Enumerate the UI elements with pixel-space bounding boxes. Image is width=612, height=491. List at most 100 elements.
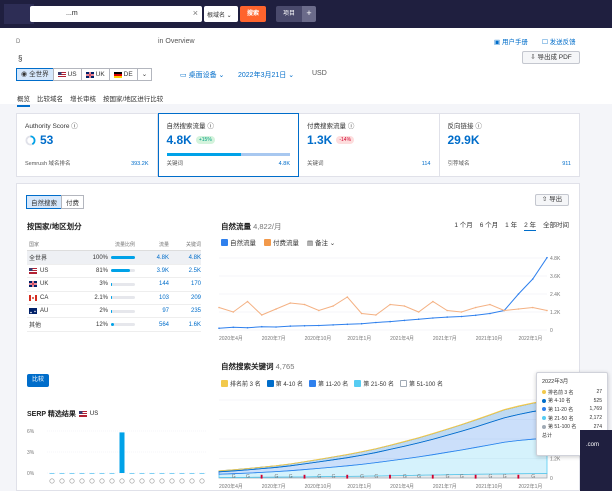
chat-icon: ☐ [542,39,548,46]
search-input[interactable]: ...m × [30,6,202,22]
range-2y[interactable]: 2 年 [524,219,536,231]
traffic-value[interactable]: 564 [135,322,169,328]
dark-corner: .com [580,430,612,491]
date-select[interactable]: 2022年3月21日 ⌄ [238,70,294,80]
legend-21-50[interactable]: 第 21-50 名 [354,379,394,388]
range-all[interactable]: 全部时间 [543,219,569,231]
keywords-value[interactable]: 4.8K [169,255,201,261]
db-uk[interactable]: UK [80,68,110,81]
add-project-button[interactable]: + [302,6,316,22]
traffic-value[interactable]: 4.8K [135,255,169,261]
tooltip-row: 第 21-50 名 2,172 [542,414,602,423]
us-flag-icon [78,411,87,417]
upload-icon: ⇧ [541,196,548,203]
tab-compare-domains[interactable]: 比较域名 [37,93,63,107]
chevron-down-icon: ⌄ [141,71,148,78]
legend-paid[interactable]: 付费流量 [264,237,299,247]
event-marker: ▮ [303,474,306,480]
user-manual-link[interactable]: ▣ 用户手册 [494,36,528,46]
share-bar [111,269,135,273]
db-worldwide[interactable]: ◉ 全世界 [16,68,54,81]
device-select[interactable]: ▭ 桌面设备 ⌄ [180,70,224,80]
tab-overview[interactable]: 概览 [17,93,30,107]
data-point [332,324,334,326]
legend-4-10[interactable]: 第 4-10 名 [266,379,303,388]
keywords-value[interactable]: 170 [169,281,201,287]
serp-feature-icon [69,478,75,484]
de-flag-icon [113,71,122,78]
domain-type-select[interactable]: 根域名 ⌄ [204,6,238,22]
kpi-sub-value[interactable]: 911 [562,161,571,167]
notes-dropdown[interactable]: ▤ 备注 ⌄ [307,237,335,247]
country-name: US [40,267,49,274]
project-button[interactable]: 项目 [276,6,302,22]
table-row[interactable]: US 81% 3.9K 2.5K [27,265,201,279]
table-row[interactable]: 其他 12% 564 1.6K [27,318,201,332]
table-row[interactable]: 全世界 100% 4.8K 4.8K [27,251,201,265]
kpi-sub-value[interactable]: 4.8K [279,161,290,167]
toggle-paid[interactable]: 付费 [61,195,84,209]
db-de[interactable]: DE [108,68,138,81]
db-more-button[interactable]: ⌄ [136,68,153,81]
db-us[interactable]: US [52,68,82,81]
keywords-value[interactable]: 235 [169,308,201,314]
export-pdf-button[interactable]: ⇩ 导出成 PDF [522,51,580,64]
kpi-sub-label: Semrush 域名排名 [25,161,71,167]
kpi-organic-traffic[interactable]: 自然搜索流量 ⓘ 4.8K +15% 关键词 4.8K [157,113,299,177]
search-button[interactable]: 搜索 [240,6,266,22]
clear-icon[interactable]: × [193,8,198,18]
data-point [389,303,391,306]
compare-button[interactable]: 比较 [27,374,49,387]
checkbox-icon [309,380,317,387]
traffic-value[interactable]: 144 [135,281,169,287]
tooltip-row: 第 4-10 名 525 [542,397,602,406]
kpi-backlinks[interactable]: 反向链接 ⓘ 29.9K 引荐域名 911 [440,114,580,176]
toggle-organic[interactable]: 自然搜索 [26,195,62,209]
event-marker: G [531,474,535,480]
table-row[interactable]: AU 2% 97 235 [27,305,201,319]
bar [179,473,185,474]
table-row[interactable]: UK 3% 144 170 [27,278,201,292]
keywords-value[interactable]: 2.5K [169,268,201,274]
range-1m[interactable]: 1 个月 [454,219,472,231]
series-dot [542,424,546,429]
tab-growth-audit[interactable]: 增长审核 [70,93,96,107]
event-marker: ▮ [346,474,349,480]
export-button[interactable]: ⇧ 导出 [535,194,569,206]
data-point [318,309,320,312]
kpi-authority-score[interactable]: Authority Score ⓘ 53 Semrush 域名排名 393.2K [17,114,158,176]
kpi-paid-traffic[interactable]: 付费搜索流量 ⓘ 1.3K -14% 关键词 114 [299,114,440,176]
legend-51-100[interactable]: 第 51-100 名 [399,379,443,388]
keywords-value[interactable]: 209 [169,295,201,301]
kpi-sub-value[interactable]: 114 [422,161,431,167]
traffic-value[interactable]: 103 [135,295,169,301]
share-value: 2.1% [94,294,108,301]
range-6m[interactable]: 6 个月 [480,219,498,231]
event-marker: G [332,474,336,480]
report-tabs: 概览 比较域名 增长审核 按国家/地区进行比较 [17,93,163,107]
serp-feature-icon [99,478,105,484]
kpi-label: Authority Score ⓘ [25,123,78,130]
legend-top3[interactable]: 排名前 3 名 [221,379,261,388]
legend-11-20[interactable]: 第 11-20 名 [309,379,348,388]
data-point [218,327,220,329]
kpi-value: 29.9K [447,133,480,147]
book-icon: ▣ [494,39,501,46]
breadcrumb[interactable]: D [16,39,20,45]
data-point [517,293,520,295]
event-marker: G [488,474,492,480]
table-row[interactable]: CA 2.1% 103 209 [27,292,201,305]
send-feedback-link[interactable]: ☐ 发送反馈 [542,36,576,46]
data-point [546,256,548,259]
range-1y[interactable]: 1 年 [505,219,517,231]
tab-compare-by-country[interactable]: 按国家/地区进行比较 [103,93,163,107]
y-tick-label: 3.6K [550,274,561,280]
data-point [460,315,463,318]
traffic-value[interactable]: 3.9K [135,268,169,274]
event-marker: ▮ [517,474,520,480]
keywords-value[interactable]: 1.6K [169,322,201,328]
data-point [432,300,434,303]
legend-organic[interactable]: 自然流量 [221,237,256,247]
traffic-value[interactable]: 97 [135,308,169,314]
kpi-sub-value[interactable]: 393.2K [131,161,148,167]
